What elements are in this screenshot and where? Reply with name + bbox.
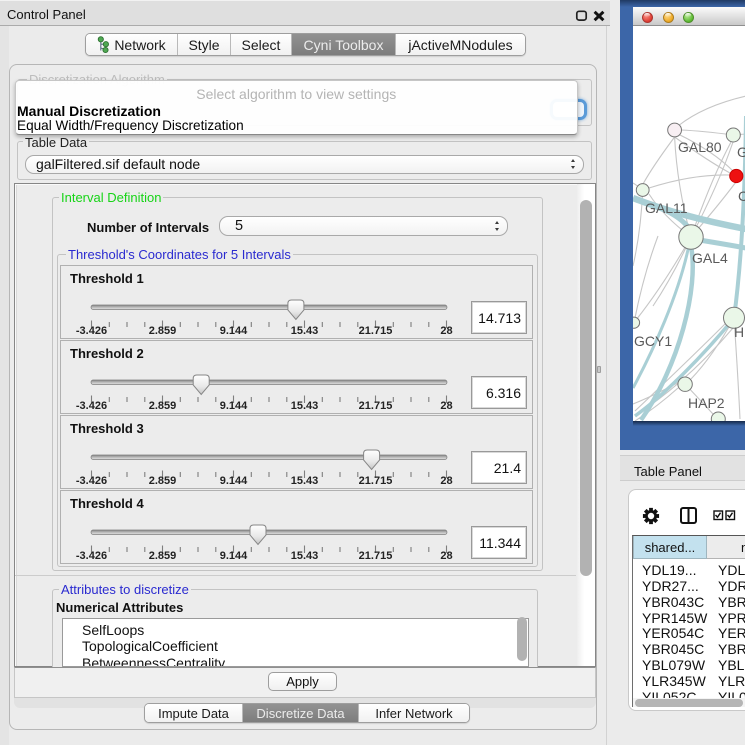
svg-text:GAL4: GAL4 bbox=[692, 250, 728, 266]
svg-text:H: H bbox=[734, 324, 744, 340]
svg-text:GAL11: GAL11 bbox=[645, 200, 688, 216]
svg-text:C: C bbox=[738, 188, 745, 204]
svg-text:GAL80: GAL80 bbox=[678, 139, 722, 155]
svg-text:HAP2: HAP2 bbox=[688, 395, 725, 411]
svg-text:GCY1: GCY1 bbox=[634, 333, 672, 349]
svg-text:GA: GA bbox=[737, 144, 745, 160]
